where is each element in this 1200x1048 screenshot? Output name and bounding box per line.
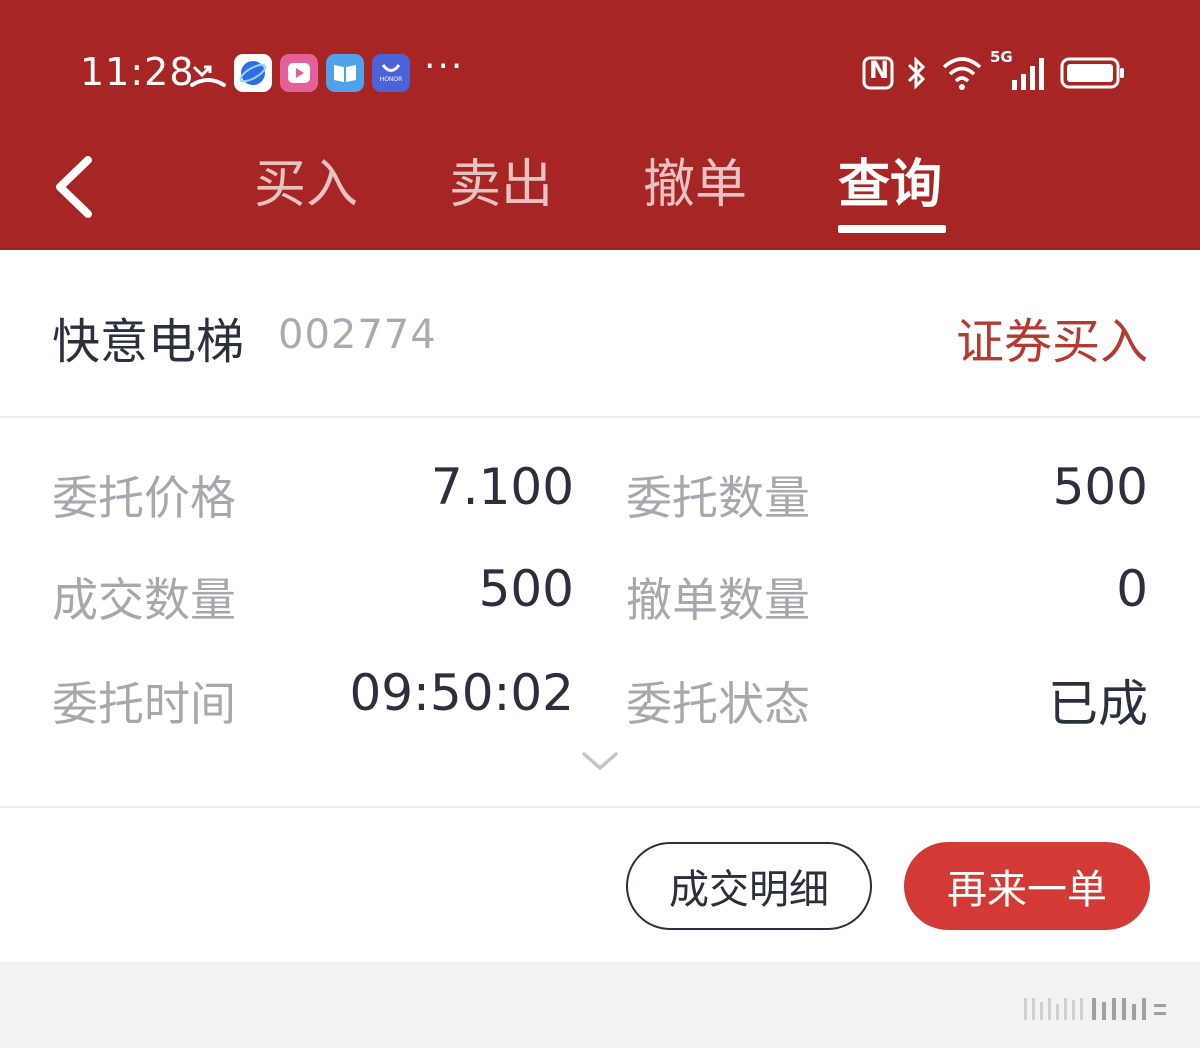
entrust-status-label: 委托状态 bbox=[626, 677, 810, 731]
tab-buy[interactable]: 买入 bbox=[254, 150, 358, 220]
trade-detail-button[interactable]: 成交明细 bbox=[626, 842, 872, 930]
trade-nav: 买入 卖出 撤单 查询 bbox=[0, 130, 1200, 250]
entrust-status-value: 已成 bbox=[1048, 675, 1148, 733]
watermark-icon bbox=[1024, 998, 1166, 1020]
filled-qty-value: 500 bbox=[478, 560, 574, 618]
stock-name: 快意电梯 bbox=[52, 314, 245, 370]
back-arrow-icon bbox=[56, 156, 92, 218]
active-tab-indicator bbox=[838, 225, 946, 233]
back-button[interactable] bbox=[44, 140, 114, 230]
order-card: 快意电梯 002774 证券买入 委托价格 7.100 委托数量 500 成交数… bbox=[0, 250, 1200, 962]
status-time: 11:28 bbox=[80, 50, 195, 94]
entrust-time-value: 09:50:02 bbox=[349, 664, 574, 722]
network-type-label: 5G bbox=[990, 48, 1013, 66]
tab-query[interactable]: 查询 bbox=[838, 150, 942, 220]
entrust-qty-label: 委托数量 bbox=[626, 471, 810, 525]
reader-app-icon bbox=[326, 54, 364, 92]
status-bar: 11:28 HONOR ··· N 5G bbox=[0, 40, 1200, 110]
store-app-icon: HONOR bbox=[372, 54, 410, 92]
header: 11:28 HONOR ··· N 5G 买入 卖出 撤单 查询 bbox=[0, 0, 1200, 250]
battery-icon bbox=[1060, 54, 1126, 92]
entrust-time-label: 委托时间 bbox=[52, 677, 236, 731]
tab-cancel[interactable]: 撤单 bbox=[643, 150, 747, 220]
cancel-qty-value: 0 bbox=[1116, 560, 1148, 618]
nfc-icon: N bbox=[862, 54, 894, 92]
entrust-qty-value: 500 bbox=[1052, 458, 1148, 516]
stock-info-row: 快意电梯 002774 证券买入 bbox=[0, 250, 1200, 418]
more-dots-icon: ··· bbox=[424, 46, 465, 87]
chevron-down-icon[interactable] bbox=[580, 748, 620, 774]
filled-qty-label: 成交数量 bbox=[52, 573, 236, 627]
order-type: 证券买入 bbox=[955, 314, 1148, 370]
entrust-price-value: 7.100 bbox=[430, 458, 574, 516]
entrust-price-label: 委托价格 bbox=[52, 471, 236, 525]
footer bbox=[0, 962, 1200, 1048]
cancel-qty-label: 撤单数量 bbox=[626, 573, 810, 627]
missed-call-icon bbox=[190, 54, 226, 92]
stock-code: 002774 bbox=[278, 312, 437, 358]
order-details-grid: 委托价格 7.100 委托数量 500 成交数量 500 撤单数量 0 委托时间… bbox=[0, 418, 1200, 808]
tab-sell[interactable]: 卖出 bbox=[449, 150, 553, 220]
bluetooth-icon bbox=[904, 54, 930, 92]
browser-app-icon bbox=[234, 54, 272, 92]
store-brand-text: HONOR bbox=[379, 76, 403, 83]
order-again-button[interactable]: 再来一单 bbox=[904, 842, 1150, 930]
wifi-icon bbox=[940, 54, 984, 92]
nfc-letter: N bbox=[869, 56, 890, 84]
5g-signal-icon: 5G bbox=[990, 48, 1048, 92]
video-app-icon bbox=[280, 54, 318, 92]
